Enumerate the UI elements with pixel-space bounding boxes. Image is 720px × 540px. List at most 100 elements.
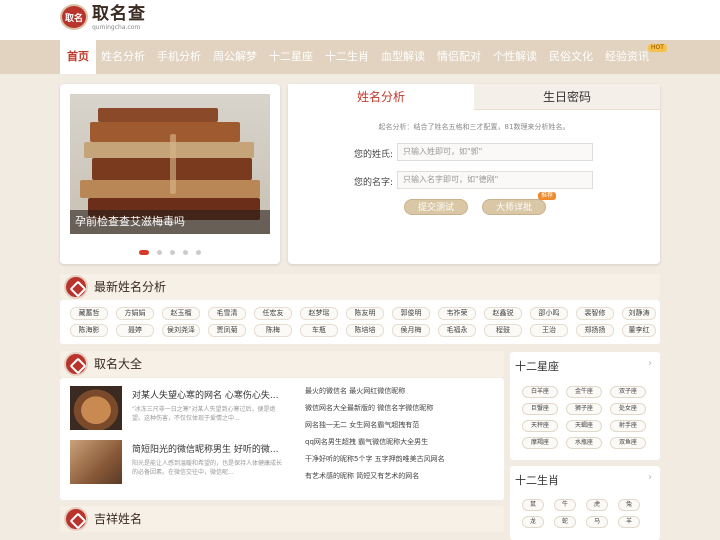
zodiac-item[interactable]: 双子座 (610, 386, 646, 398)
zodiac-item[interactable]: 天蝎座 (566, 420, 602, 432)
name-tag[interactable]: 赵玉榴 (162, 307, 200, 320)
form-description: 起名分析：结合了姓名五格和三才配置，81数理来分析姓名。 (378, 123, 570, 131)
nav-item-folk[interactable]: 民俗文化 (548, 40, 594, 74)
zodiac-item[interactable]: 射手座 (610, 420, 646, 432)
logo-domain: qumingcha.com (92, 24, 141, 31)
name-tag[interactable]: 韦祚荣 (438, 307, 476, 320)
logo-name: 取名查 (92, 4, 146, 24)
name-tag[interactable]: 毛雪清 (208, 307, 246, 320)
name-tag[interactable]: 赵梦瑶 (300, 307, 338, 320)
naming-link[interactable]: 最火的微信名 最火网红微信昵称 (305, 386, 405, 396)
zodiac-item[interactable]: 处女座 (610, 403, 646, 415)
site-logo[interactable]: 取名 取名查 qumingcha.com (60, 4, 146, 32)
name-tag[interactable]: 裴智修 (576, 307, 614, 320)
zodiac-item[interactable]: 摩羯座 (522, 437, 558, 449)
lucky-names-title: 吉祥姓名 (94, 512, 143, 526)
nav-item-blood-type[interactable]: 血型解读 (380, 40, 426, 74)
article-thumbnail[interactable] (70, 440, 122, 484)
name-tag[interactable]: 聂婷 (116, 324, 154, 337)
nav-item-shengxiao[interactable]: 十二生肖 (324, 40, 370, 74)
naming-link[interactable]: 干净好听的昵称5个字 五字押韵唯美古风网名 (305, 454, 445, 464)
zodiac-item[interactable]: 双鱼座 (610, 437, 646, 449)
shengxiao-item[interactable]: 龙 (522, 516, 544, 528)
name-tag[interactable]: 陈友明 (346, 307, 384, 320)
hot-badge: HOT (648, 44, 667, 52)
name-tag[interactable]: 董李红 (622, 324, 656, 337)
name-tag[interactable]: 陈梅 (254, 324, 292, 337)
name-analysis-panel: 姓名分析 生日密码 起名分析：结合了姓名五格和三才配置，81数理来分析姓名。 您… (288, 84, 660, 264)
shengxiao-title[interactable]: 十二生肖 (515, 472, 559, 488)
chevron-right-icon[interactable]: › (648, 472, 652, 483)
latest-names-list: 藏蓄哲 方娟娟 赵玉榴 毛雪清 任宏友 赵梦瑶 陈友明 郭俊明 韦祚荣 赵鑫锐 … (60, 300, 660, 344)
shengxiao-item[interactable]: 羊 (618, 516, 640, 528)
article-title[interactable]: 简短阳光的微信昵称男生 好听的微... (132, 442, 278, 455)
name-tag[interactable]: 车瓶 (300, 324, 338, 337)
article-desc: 阳光是能让人感到温暖和希望的，也是保持人体健康成长的必备因素。在微信交往中，微信… (132, 460, 283, 476)
nav-item-constellation[interactable]: 十二星座 (268, 40, 314, 74)
name-tag[interactable]: 贾凤菊 (208, 324, 246, 337)
shengxiao-item[interactable]: 蛇 (554, 516, 576, 528)
slider-dots (60, 250, 280, 255)
nav-item-couple[interactable]: 情侣配对 (436, 40, 482, 74)
name-tag[interactable]: 程鼓 (484, 324, 522, 337)
slider-dot[interactable] (183, 250, 188, 255)
given-name-input[interactable]: 只输入名字即可，如"德刚" (397, 171, 593, 189)
name-tag[interactable]: 侯刘尧泽 (162, 324, 200, 337)
name-tag[interactable]: 郑扬扬 (576, 324, 614, 337)
slider-dot[interactable] (157, 250, 162, 255)
name-tag[interactable]: 侯月梅 (392, 324, 430, 337)
recommend-badge: 推荐 (538, 192, 557, 200)
zodiac-item[interactable]: 金牛座 (566, 386, 602, 398)
naming-title: 取名大全 (94, 357, 143, 371)
tab-birthday-code[interactable]: 生日密码 (474, 84, 660, 110)
latest-names-header: 最新姓名分析 (60, 274, 660, 300)
name-tag[interactable]: 藏蓄哲 (70, 307, 108, 320)
slider-dot[interactable] (139, 250, 149, 255)
shengxiao-item[interactable]: 牛 (554, 499, 576, 511)
name-tag[interactable]: 郭俊明 (392, 307, 430, 320)
image-slider[interactable]: 孕前检查查艾滋梅毒吗 (60, 84, 280, 264)
chevron-right-icon[interactable]: › (648, 358, 652, 369)
nav-item-name-analysis[interactable]: 姓名分析 (100, 40, 146, 74)
shengxiao-item[interactable]: 兔 (618, 499, 640, 511)
naming-link[interactable]: 微信网名大全最新版的 微信名字微信昵称 (305, 403, 433, 413)
article-thumbnail[interactable] (70, 386, 122, 430)
nav-item-personality[interactable]: 个性解读 (492, 40, 538, 74)
nav-item-home[interactable]: 首页 (60, 40, 96, 74)
name-tag[interactable]: 陈培培 (346, 324, 384, 337)
master-detail-button[interactable]: 大师详批 (482, 199, 546, 215)
name-tag[interactable]: 赵鑫锐 (484, 307, 522, 320)
nav-item-phone-analysis[interactable]: 手机分析 (156, 40, 202, 74)
surname-input[interactable]: 只输入姓即可，如"郭" (397, 143, 593, 161)
zodiac-item[interactable]: 天秤座 (522, 420, 558, 432)
name-tag[interactable]: 邵小鸣 (530, 307, 568, 320)
slider-dot[interactable] (196, 250, 201, 255)
section-emblem-icon (64, 507, 88, 531)
naming-link[interactable]: qq网名男生超拽 霸气微信昵称大全男生 (305, 437, 428, 447)
tab-name-analysis[interactable]: 姓名分析 (288, 84, 474, 110)
name-tag[interactable]: 任宏友 (254, 307, 292, 320)
shengxiao-item[interactable]: 马 (586, 516, 608, 528)
name-tag[interactable]: 王治 (530, 324, 568, 337)
given-name-label: 您的名字: (354, 178, 394, 188)
naming-link[interactable]: 网名独一无二 女生网名霸气超拽有范 (305, 420, 419, 430)
article-title[interactable]: 对某人失望心寒的网名 心寒伤心失... (132, 388, 278, 401)
shengxiao-item[interactable]: 虎 (586, 499, 608, 511)
nav-item-dream[interactable]: 周公解梦 (212, 40, 258, 74)
nav-item-news[interactable]: 经验资讯 (604, 40, 650, 74)
zodiac-item[interactable]: 水瓶座 (566, 437, 602, 449)
zodiac-item[interactable]: 巨蟹座 (522, 403, 558, 415)
zodiac-item[interactable]: 白羊座 (522, 386, 558, 398)
submit-test-button[interactable]: 提交测试 (404, 199, 468, 215)
naming-link[interactable]: 有艺术感的昵称 简短又有艺术的网名 (305, 471, 419, 481)
zodiac-title[interactable]: 十二星座 (515, 358, 559, 374)
name-tag[interactable]: 毛福永 (438, 324, 476, 337)
slider-dot[interactable] (170, 250, 175, 255)
slide-caption[interactable]: 孕前检查查艾滋梅毒吗 (70, 210, 270, 234)
name-tag[interactable]: 陈海影 (70, 324, 108, 337)
zodiac-item[interactable]: 狮子座 (566, 403, 602, 415)
shengxiao-item[interactable]: 鼠 (522, 499, 544, 511)
name-tag[interactable]: 方娟娟 (116, 307, 154, 320)
name-tag[interactable]: 刘静涛 (622, 307, 656, 320)
main-nav: 首页 姓名分析 手机分析 周公解梦 十二星座 十二生肖 血型解读 情侣配对 个性… (0, 40, 720, 74)
